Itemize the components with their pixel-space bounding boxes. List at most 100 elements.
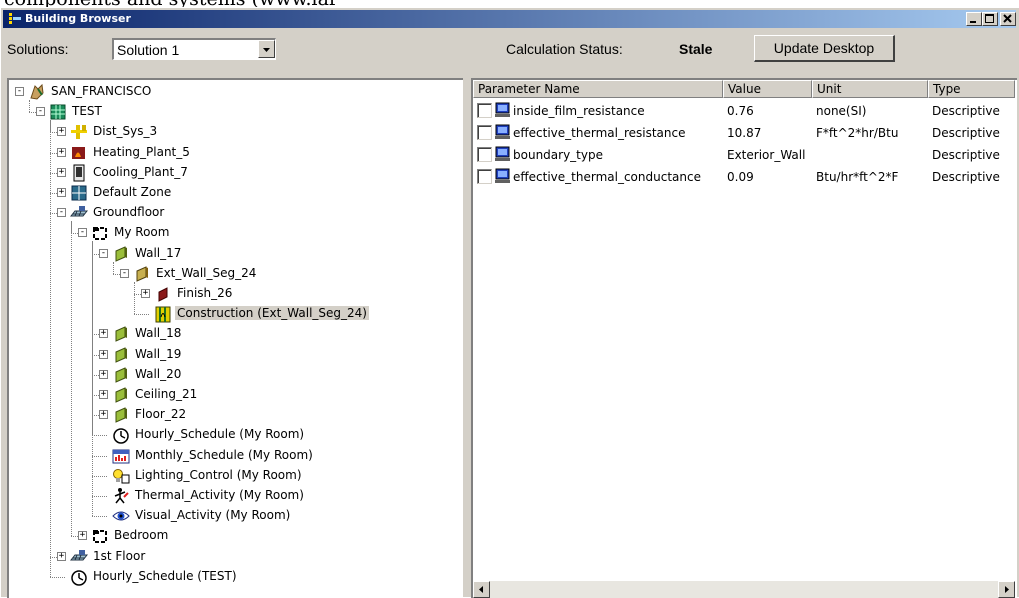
expand-toggle[interactable]: + — [99, 329, 108, 339]
computer-icon — [495, 168, 510, 183]
building-tree[interactable]: - SAN_FRANCISCO - TEST + Dist_Sys_3 + Heating_P… — [7, 78, 463, 598]
title-bar[interactable]: Building Browser — [3, 10, 1016, 28]
row-checkbox[interactable] — [477, 103, 492, 118]
city-icon — [30, 83, 44, 100]
tree-node[interactable]: Hourly_Schedule (TEST) — [9, 567, 449, 587]
tree-node[interactable]: - SAN_FRANCISCO — [9, 82, 449, 102]
tree-node[interactable]: + Heating_Plant_5 — [9, 143, 449, 163]
row-checkbox[interactable] — [477, 147, 492, 162]
eye-icon — [112, 511, 130, 521]
collapse-toggle[interactable]: - — [78, 228, 87, 238]
scroll-right-button[interactable] — [998, 581, 1015, 598]
grid-row[interactable]: inside_film_resistance 0.76 none(SI) Descri… — [473, 101, 1013, 123]
arrow-left-icon — [479, 586, 483, 593]
column-header-type[interactable]: Type — [928, 80, 1015, 98]
tree-node[interactable]: + Default Zone — [9, 183, 449, 203]
tree-node[interactable]: + Wall_19 — [9, 345, 449, 365]
tree-node[interactable]: - TEST — [9, 102, 449, 122]
tree-node[interactable]: + Wall_18 — [9, 324, 449, 344]
collapse-toggle[interactable]: - — [15, 87, 24, 96]
toolbar: Solutions: Solution 1 Calculation Status… — [1, 30, 1019, 72]
solutions-label: Solutions: — [7, 41, 69, 57]
wall-icon — [115, 326, 127, 343]
grid-row[interactable]: effective_thermal_conductance 0.09 Btu/hr*… — [473, 167, 1013, 189]
clock-icon — [113, 428, 129, 445]
row-checkbox[interactable] — [477, 125, 492, 140]
maximize-button[interactable] — [982, 12, 998, 26]
tree-node[interactable]: +1st Floor — [9, 547, 449, 567]
tree-node[interactable]: Thermal_Activity (My Room) — [9, 486, 449, 506]
tree-node[interactable]: + Cooling_Plant_7 — [9, 163, 449, 183]
tree-node[interactable]: Visual_Activity (My Room) — [9, 506, 449, 526]
parameter-grid[interactable]: Parameter Name Value Unit Type inside_fi… — [471, 78, 1017, 598]
room-icon — [93, 530, 107, 544]
tree-node[interactable]: - Wall_17 — [9, 244, 449, 264]
tree-node[interactable]: Monthly_Schedule (My Room) — [9, 446, 449, 466]
collapse-toggle[interactable]: - — [99, 248, 108, 258]
tree-node-label: Monthly_Schedule (My Room) — [135, 447, 313, 462]
calculation-status-label: Calculation Status: — [506, 41, 623, 57]
grid-row[interactable]: boundary_type Exterior_Wall Descriptive — [473, 145, 1013, 167]
row-checkbox[interactable] — [477, 169, 492, 184]
minimize-button[interactable] — [966, 12, 982, 26]
tree-node[interactable]: + Dist_Sys_3 — [9, 122, 449, 142]
tree-node-label: Wall_17 — [135, 245, 182, 260]
tree-node[interactable]: - Groundfloor — [9, 203, 449, 223]
grid-row[interactable]: effective_thermal_resistance 10.87 F*ft^2*… — [473, 123, 1013, 145]
expand-toggle[interactable]: + — [99, 349, 108, 359]
solutions-dropdown[interactable]: Solution 1 — [112, 38, 276, 60]
column-header-unit[interactable]: Unit — [812, 80, 928, 98]
maximize-icon — [985, 14, 994, 23]
tree-node-label: My Room — [114, 225, 170, 240]
floor-level-icon — [70, 549, 88, 561]
tree-node-label: Ext_Wall_Seg_24 — [156, 265, 257, 280]
floor-level-icon — [70, 206, 88, 217]
unit-cell: none(SI) — [816, 104, 867, 118]
value-cell: Exterior_Wall — [727, 148, 806, 162]
column-header-parameter-name[interactable]: Parameter Name — [473, 80, 723, 98]
tree-node[interactable]: Hourly_Schedule (My Room) — [9, 425, 449, 445]
tree-node-label: Wall_20 — [135, 366, 182, 381]
tree-node[interactable]: - Ext_Wall_Seg_24 — [9, 264, 449, 284]
close-button[interactable] — [1000, 12, 1016, 26]
clock-icon — [71, 570, 87, 586]
tree-node[interactable]: + Ceiling_21 — [9, 385, 449, 405]
expand-toggle[interactable]: + — [99, 369, 108, 379]
update-desktop-button[interactable]: Update Desktop — [754, 35, 895, 62]
tree-node-label: Finish_26 — [177, 286, 233, 300]
tree-node[interactable]: + Floor_22 — [9, 405, 449, 425]
expand-toggle[interactable]: + — [57, 147, 66, 157]
heating-plant-icon — [72, 146, 85, 159]
ceiling-icon — [115, 387, 127, 403]
expand-toggle[interactable]: + — [141, 289, 150, 298]
collapse-toggle[interactable]: - — [57, 208, 66, 218]
expand-toggle[interactable]: + — [78, 531, 87, 541]
expand-toggle[interactable]: + — [57, 127, 66, 137]
column-header-value[interactable]: Value — [723, 80, 812, 98]
calendar-icon — [112, 449, 130, 464]
expand-toggle[interactable]: + — [57, 167, 66, 177]
computer-icon — [495, 124, 510, 139]
building-icon — [50, 104, 66, 120]
collapse-toggle[interactable]: - — [36, 107, 45, 117]
tree-node[interactable]: + Bedroom — [9, 526, 449, 546]
expand-toggle[interactable]: + — [99, 390, 108, 399]
tree-node[interactable]: Lighting_Control (My Room) — [9, 466, 449, 486]
horizontal-scrollbar[interactable] — [473, 581, 1015, 598]
chevron-down-icon — [263, 48, 270, 52]
expand-toggle[interactable]: + — [57, 551, 66, 561]
expand-toggle[interactable]: + — [57, 188, 66, 197]
tree-node[interactable]: + Wall_20 — [9, 365, 449, 385]
expand-toggle[interactable]: + — [99, 410, 108, 420]
tree-node[interactable]: + Finish_26 — [9, 284, 449, 304]
wall-icon — [115, 367, 127, 383]
value-cell: 10.87 — [727, 126, 762, 140]
scroll-left-button[interactable] — [473, 581, 490, 598]
dropdown-arrow-button[interactable] — [258, 40, 275, 58]
app-icon — [9, 13, 21, 24]
tree-node[interactable]: Construction (Ext_Wall_Seg_24) — [9, 304, 449, 324]
lighting-control-icon — [113, 468, 130, 484]
tree-node[interactable]: - My Room — [9, 223, 449, 243]
finish-icon — [158, 287, 168, 302]
collapse-toggle[interactable]: - — [120, 268, 129, 278]
